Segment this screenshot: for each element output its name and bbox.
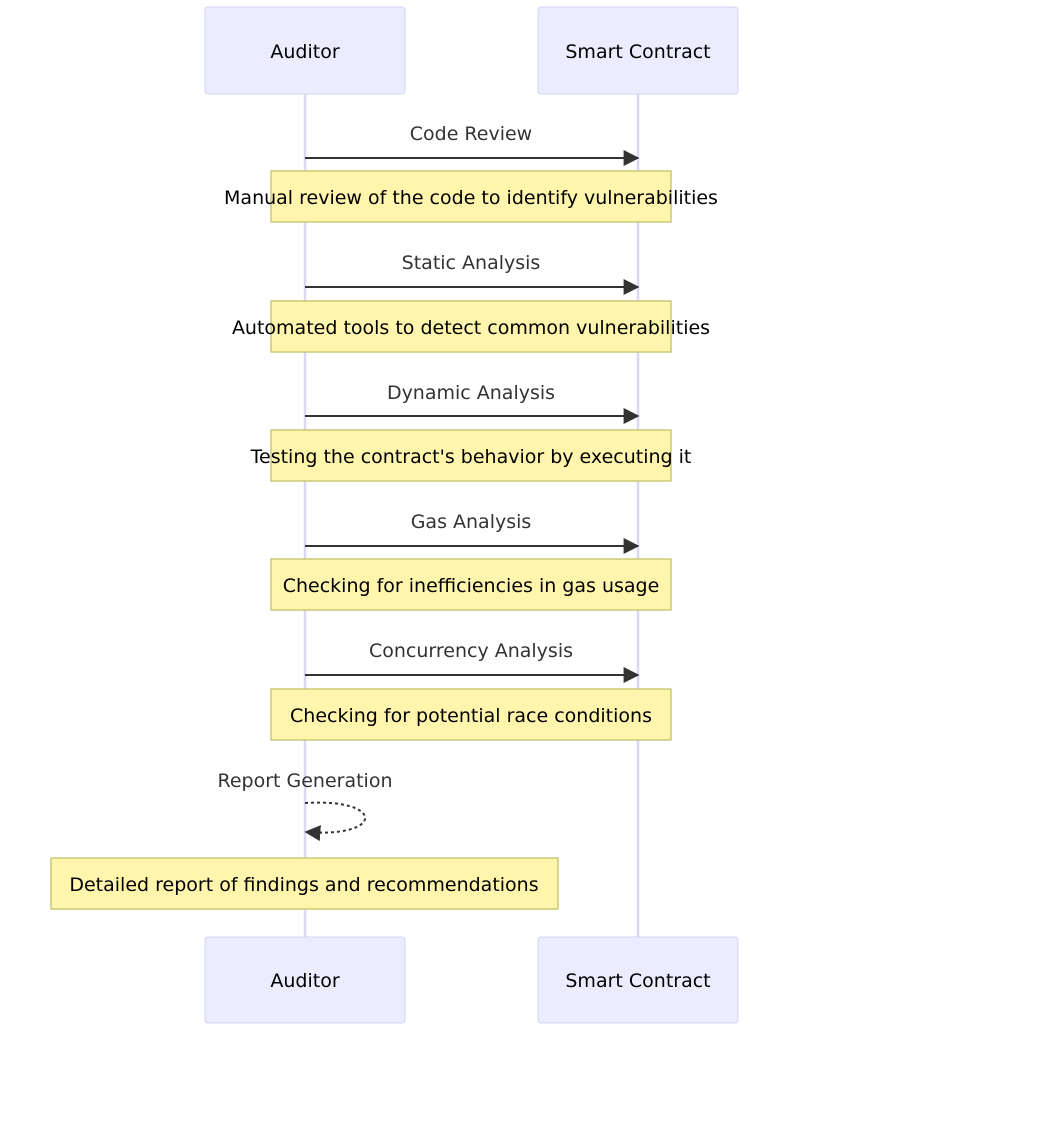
- actor-smart-contract-top[interactable]: Smart Contract: [537, 6, 739, 95]
- actor-label: Auditor: [270, 970, 339, 992]
- note-dynamic-analysis: Testing the contract's behavior by execu…: [250, 429, 692, 482]
- note-text: Automated tools to detect common vulnera…: [232, 317, 710, 339]
- message-label-code-review: Code Review: [410, 123, 532, 145]
- message-label-gas-analysis: Gas Analysis: [411, 511, 532, 533]
- actor-smart-contract-bottom[interactable]: Smart Contract: [537, 936, 739, 1024]
- note-report-generation: Detailed report of findings and recommen…: [50, 857, 559, 910]
- note-text: Checking for potential race conditions: [290, 705, 652, 727]
- actor-label: Smart Contract: [565, 41, 710, 63]
- note-text: Manual review of the code to identify vu…: [224, 187, 718, 209]
- note-gas-analysis: Checking for inefficiencies in gas usage: [270, 558, 672, 611]
- message-label-report-generation: Report Generation: [217, 770, 392, 792]
- actor-auditor-top[interactable]: Auditor: [204, 6, 406, 95]
- note-static-analysis: Automated tools to detect common vulnera…: [232, 300, 710, 353]
- note-concurrency-analysis: Checking for potential race conditions: [270, 688, 672, 741]
- note-text: Checking for inefficiencies in gas usage: [283, 575, 660, 597]
- actor-label: Auditor: [270, 41, 339, 63]
- actor-auditor-bottom[interactable]: Auditor: [204, 936, 406, 1024]
- note-text: Detailed report of findings and recommen…: [69, 874, 538, 896]
- sequence-diagram: Auditor Smart Contract Code Review Manua…: [50, 6, 739, 1024]
- note-text: Testing the contract's behavior by execu…: [250, 446, 692, 468]
- message-arrow-report-generation-self-loop: [304, 801, 366, 842]
- actor-label: Smart Contract: [565, 970, 710, 992]
- message-label-concurrency-analysis: Concurrency Analysis: [369, 640, 573, 662]
- note-code-review: Manual review of the code to identify vu…: [224, 170, 718, 223]
- message-label-dynamic-analysis: Dynamic Analysis: [387, 382, 555, 404]
- message-label-static-analysis: Static Analysis: [402, 252, 541, 274]
